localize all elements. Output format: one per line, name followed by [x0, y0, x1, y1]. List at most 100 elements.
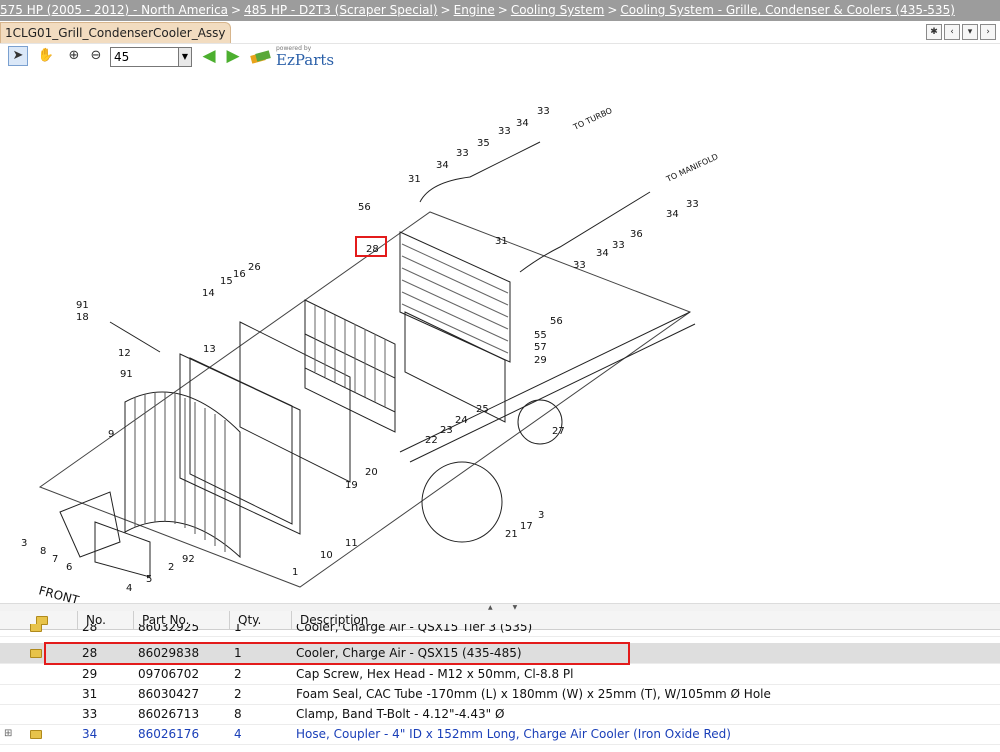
zoom-select[interactable]: 45 ▼	[110, 47, 192, 67]
callout[interactable]: 3	[21, 538, 27, 549]
chevron-down-icon[interactable]: ▾	[962, 24, 978, 40]
callout[interactable]: 22	[425, 435, 438, 446]
breadcrumb-link[interactable]: Cooling System - Grille, Condenser & Coo…	[620, 3, 955, 17]
chevron-left-icon[interactable]: ‹	[944, 24, 960, 40]
table-row[interactable]: 33 86026713 8 Clamp, Band T-Bolt - 4.12"…	[0, 704, 1000, 725]
tab-assembly[interactable]: 1CLG01_Grill_CondenserCooler_Assy	[0, 22, 231, 43]
expand-icon[interactable]: ⊞	[4, 724, 18, 744]
cell-qty: 8	[234, 707, 242, 721]
cell-part-no: 86026176	[138, 727, 200, 741]
callout[interactable]: 27	[552, 426, 565, 437]
cell-part-no: 86032925	[138, 624, 200, 634]
callout[interactable]: 33	[573, 260, 586, 271]
callout[interactable]: 24	[455, 415, 468, 426]
callout[interactable]: 26	[248, 262, 261, 273]
callout[interactable]: 14	[202, 288, 215, 299]
table-row[interactable]: ⊞ 34 86026176 4 Hose, Coupler - 4" ID x …	[0, 724, 1000, 745]
zoom-value: 45	[114, 50, 130, 64]
callout[interactable]: 34	[596, 248, 609, 259]
zoom-in-icon[interactable]: ⊕	[64, 46, 84, 66]
callout[interactable]: 36	[630, 229, 643, 240]
pan-hand-icon[interactable]: ✋	[36, 46, 56, 66]
callout[interactable]: 8	[40, 546, 46, 557]
callout[interactable]: 33	[498, 126, 511, 137]
parts-table: No. Part No. Qty. Description 28 8603292…	[0, 611, 1000, 752]
callout[interactable]: 17	[520, 521, 533, 532]
breadcrumb-separator: >	[607, 3, 618, 17]
callout[interactable]: 16	[233, 269, 246, 280]
callout[interactable]: 55	[534, 330, 547, 341]
cell-qty: 4	[234, 727, 242, 741]
callout[interactable]: 5	[146, 574, 152, 585]
callout[interactable]: 20	[365, 467, 378, 478]
callout[interactable]: 29	[534, 355, 547, 366]
splitter-grip-icon: ▲▼	[488, 604, 538, 611]
cell-no: 34	[82, 727, 98, 741]
callout[interactable]: 56	[550, 316, 563, 327]
breadcrumb-link[interactable]: 485 HP - D2T3 (Scraper Special)	[244, 3, 437, 17]
callout[interactable]: 13	[203, 344, 216, 355]
pointer-icon[interactable]: ➤	[8, 46, 28, 66]
cell-description[interactable]: Hose, Coupler - 4" ID x 152mm Long, Char…	[296, 724, 996, 744]
cell-no: 33	[82, 707, 98, 721]
callout[interactable]: 25	[476, 404, 489, 415]
cell-description: Foam Seal, CAC Tube -170mm (L) x 180mm (…	[296, 687, 771, 701]
breadcrumb-separator: >	[231, 3, 242, 17]
callout[interactable]: 31	[408, 174, 421, 185]
callout[interactable]: 10	[320, 550, 333, 561]
cell-qty: 2	[234, 667, 242, 681]
callout[interactable]: 31	[495, 236, 508, 247]
folder-icon	[30, 624, 44, 636]
breadcrumb-separator: >	[440, 3, 451, 17]
callout[interactable]: 33	[537, 106, 550, 117]
callout[interactable]: 91	[120, 369, 133, 380]
chevron-down-icon[interactable]: ▼	[178, 48, 191, 66]
callout[interactable]: 7	[52, 554, 58, 565]
callout[interactable]: 91	[76, 300, 89, 311]
cell-part-no: 86030427	[138, 687, 200, 701]
callout[interactable]: 56	[358, 202, 371, 213]
breadcrumb-link[interactable]: 575 HP (2005 - 2012) - North America	[0, 3, 228, 17]
callout[interactable]: 18	[76, 312, 89, 323]
zoom-out-icon[interactable]: ⊖	[86, 46, 106, 66]
breadcrumb-link[interactable]: Cooling System	[511, 3, 605, 17]
exploded-view-drawing: 33 34 35 33 34 33 31 56 28 31 33 34 36 3…	[21, 106, 720, 608]
cell-qty: 2	[234, 687, 242, 701]
label-front: FRONT	[37, 583, 81, 604]
callout[interactable]: 19	[345, 480, 358, 491]
callout[interactable]: 21	[505, 529, 518, 540]
callout[interactable]: 33	[612, 240, 625, 251]
callout[interactable]: 57	[534, 342, 547, 353]
pin-icon[interactable]: ✱	[926, 24, 942, 40]
breadcrumb-link[interactable]: Engine	[454, 3, 495, 17]
callout[interactable]: 92	[182, 554, 195, 565]
callout[interactable]: 35	[477, 138, 490, 149]
parts-diagram[interactable]: 33 34 35 33 34 33 31 56 28 31 33 34 36 3…	[0, 72, 1000, 608]
callout-highlight-box	[355, 236, 387, 257]
cell-no: 28	[82, 624, 98, 634]
callout[interactable]: 33	[456, 148, 469, 159]
callout[interactable]: 34	[516, 118, 529, 129]
arrow-left-icon[interactable]: ◀	[200, 46, 218, 66]
callout[interactable]: 9	[108, 429, 114, 440]
callout[interactable]: 15	[220, 276, 233, 287]
callout[interactable]: 4	[126, 583, 132, 594]
callout[interactable]: 34	[666, 209, 679, 220]
arrow-right-icon[interactable]: ▶	[224, 46, 242, 66]
callout[interactable]: 12	[118, 348, 131, 359]
ezparts-logo: powered by EzParts	[248, 45, 338, 69]
callout[interactable]: 1	[292, 567, 298, 578]
callout[interactable]: 11	[345, 538, 358, 549]
row-highlight-box	[44, 642, 630, 665]
callout[interactable]: 3	[538, 510, 544, 521]
table-row[interactable]: 31 86030427 2 Foam Seal, CAC Tube -170mm…	[0, 684, 1000, 705]
callout[interactable]: 33	[686, 199, 699, 210]
table-row[interactable]: 29 09706702 2 Cap Screw, Hex Head - M12 …	[0, 664, 1000, 685]
diagram-callouts: 33 34 35 33 34 33 31 56 28 31 33 34 36 3…	[21, 106, 720, 608]
chevron-right-icon[interactable]: ›	[980, 24, 996, 40]
callout[interactable]: 6	[66, 562, 72, 573]
table-row[interactable]: 28 86032925 1 Cooler, Charge Air - QSX15…	[0, 624, 1000, 637]
callout[interactable]: 34	[436, 160, 449, 171]
callout[interactable]: 23	[440, 425, 453, 436]
callout[interactable]: 2	[168, 562, 174, 573]
